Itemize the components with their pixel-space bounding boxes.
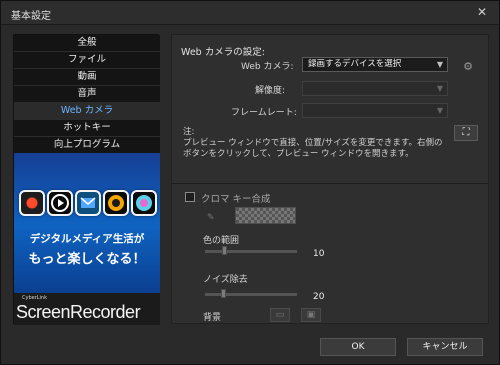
noise-reduction-label: ノイズ除去 (203, 275, 248, 285)
powerdirector-icon (19, 190, 45, 216)
webcam-note: 注: プレビュー ウィンドウで直接、位置/サイズを変更できます。右側のボタンをク… (183, 127, 443, 160)
camera-icon (131, 190, 157, 216)
gear-icon[interactable]: ⚙ (462, 61, 474, 73)
promo-tagline: デジタルメディア生活が (29, 233, 145, 245)
product-logo: CyberLink ScreenRecorder (14, 293, 160, 325)
note-title: 注: (183, 127, 195, 137)
background-label: 背景 (203, 313, 222, 323)
promo-banner: デジタルメディア生活が もっと楽しくなる！ (14, 153, 160, 293)
window-title: 基本設定 (11, 11, 51, 22)
chevron-down-icon: ▼ (436, 106, 443, 115)
target-icon (103, 190, 129, 216)
note-text: プレビュー ウィンドウで直接、位置/サイズを変更できます。右側のボタンをクリック… (183, 138, 443, 159)
sidebar-item-general[interactable]: 全般 (14, 35, 160, 52)
webcam-device-value: 録画するデバイスを選択 (308, 59, 402, 69)
eyedropper-icon[interactable]: ✎ (207, 213, 217, 223)
webcam-settings-panel: Web カメラの設定: Web カメラ: 録画するデバイスを選択 ▼ ⚙ 解像度… (171, 34, 489, 324)
layers-icon: ▣ (306, 310, 316, 320)
resolution-select[interactable]: ▼ (302, 81, 448, 96)
noise-reduction-thumb[interactable] (221, 289, 226, 298)
product-name: ScreenRecorder (16, 302, 141, 322)
cancel-button[interactable]: キャンセル (407, 338, 483, 356)
sidebar-item-improvement-program[interactable]: 向上プログラム (14, 137, 160, 154)
resolution-label: 解像度: (255, 86, 286, 96)
sidebar-item-webcam[interactable]: Web カメラ (14, 103, 160, 120)
background-layer-button[interactable]: ▣ (301, 308, 321, 322)
settings-sidebar: 全般 ファイル 動画 音声 Web カメラ ホットキー 向上プログラム デジタル… (13, 34, 160, 325)
brand-name: CyberLink (22, 295, 47, 301)
chevron-down-icon: ▼ (436, 84, 443, 93)
chevron-down-icon: ▼ (436, 60, 443, 69)
color-range-slider[interactable] (205, 250, 297, 253)
sidebar-item-hotkeys[interactable]: ホットキー (14, 120, 160, 137)
close-icon[interactable]: ✕ (475, 5, 489, 19)
noise-reduction-slider[interactable] (205, 293, 297, 296)
noise-reduction-value: 20 (313, 292, 325, 302)
color-range-thumb[interactable] (222, 246, 227, 255)
ok-button[interactable]: OK (320, 338, 396, 356)
play-icon (47, 190, 73, 216)
envelope-icon (75, 190, 101, 216)
sidebar-item-audio[interactable]: 音声 (14, 86, 160, 103)
webcam-label: Web カメラ: (241, 62, 294, 72)
chroma-key-label: クロマ キー合成 (201, 194, 271, 205)
color-range-label: 色の範囲 (203, 236, 240, 246)
chroma-key-checkbox[interactable] (185, 192, 195, 202)
section-divider (172, 183, 488, 184)
title-bar: 基本設定 ✕ (1, 1, 499, 25)
background-image-button[interactable]: ▭ (270, 308, 290, 322)
app-icon-row (19, 190, 157, 220)
promo-headline: もっと楽しくなる！ (28, 252, 146, 267)
webcam-section-title: Web カメラの設定: (181, 47, 265, 58)
framerate-label: フレームレート: (231, 108, 297, 118)
expand-icon: ⛶ (462, 127, 470, 138)
image-icon: ▭ (275, 310, 285, 320)
framerate-select[interactable]: ▼ (302, 103, 448, 118)
sidebar-item-video[interactable]: 動画 (14, 69, 160, 86)
open-preview-button[interactable]: ⛶ (454, 125, 478, 141)
settings-window: 基本設定 ✕ 全般 ファイル 動画 音声 Web カメラ ホットキー 向上プログ… (0, 0, 500, 365)
color-range-value: 10 (313, 249, 325, 259)
sidebar-item-file[interactable]: ファイル (14, 52, 160, 69)
key-color-swatch[interactable] (235, 207, 296, 224)
webcam-device-select[interactable]: 録画するデバイスを選択 ▼ (302, 57, 448, 72)
